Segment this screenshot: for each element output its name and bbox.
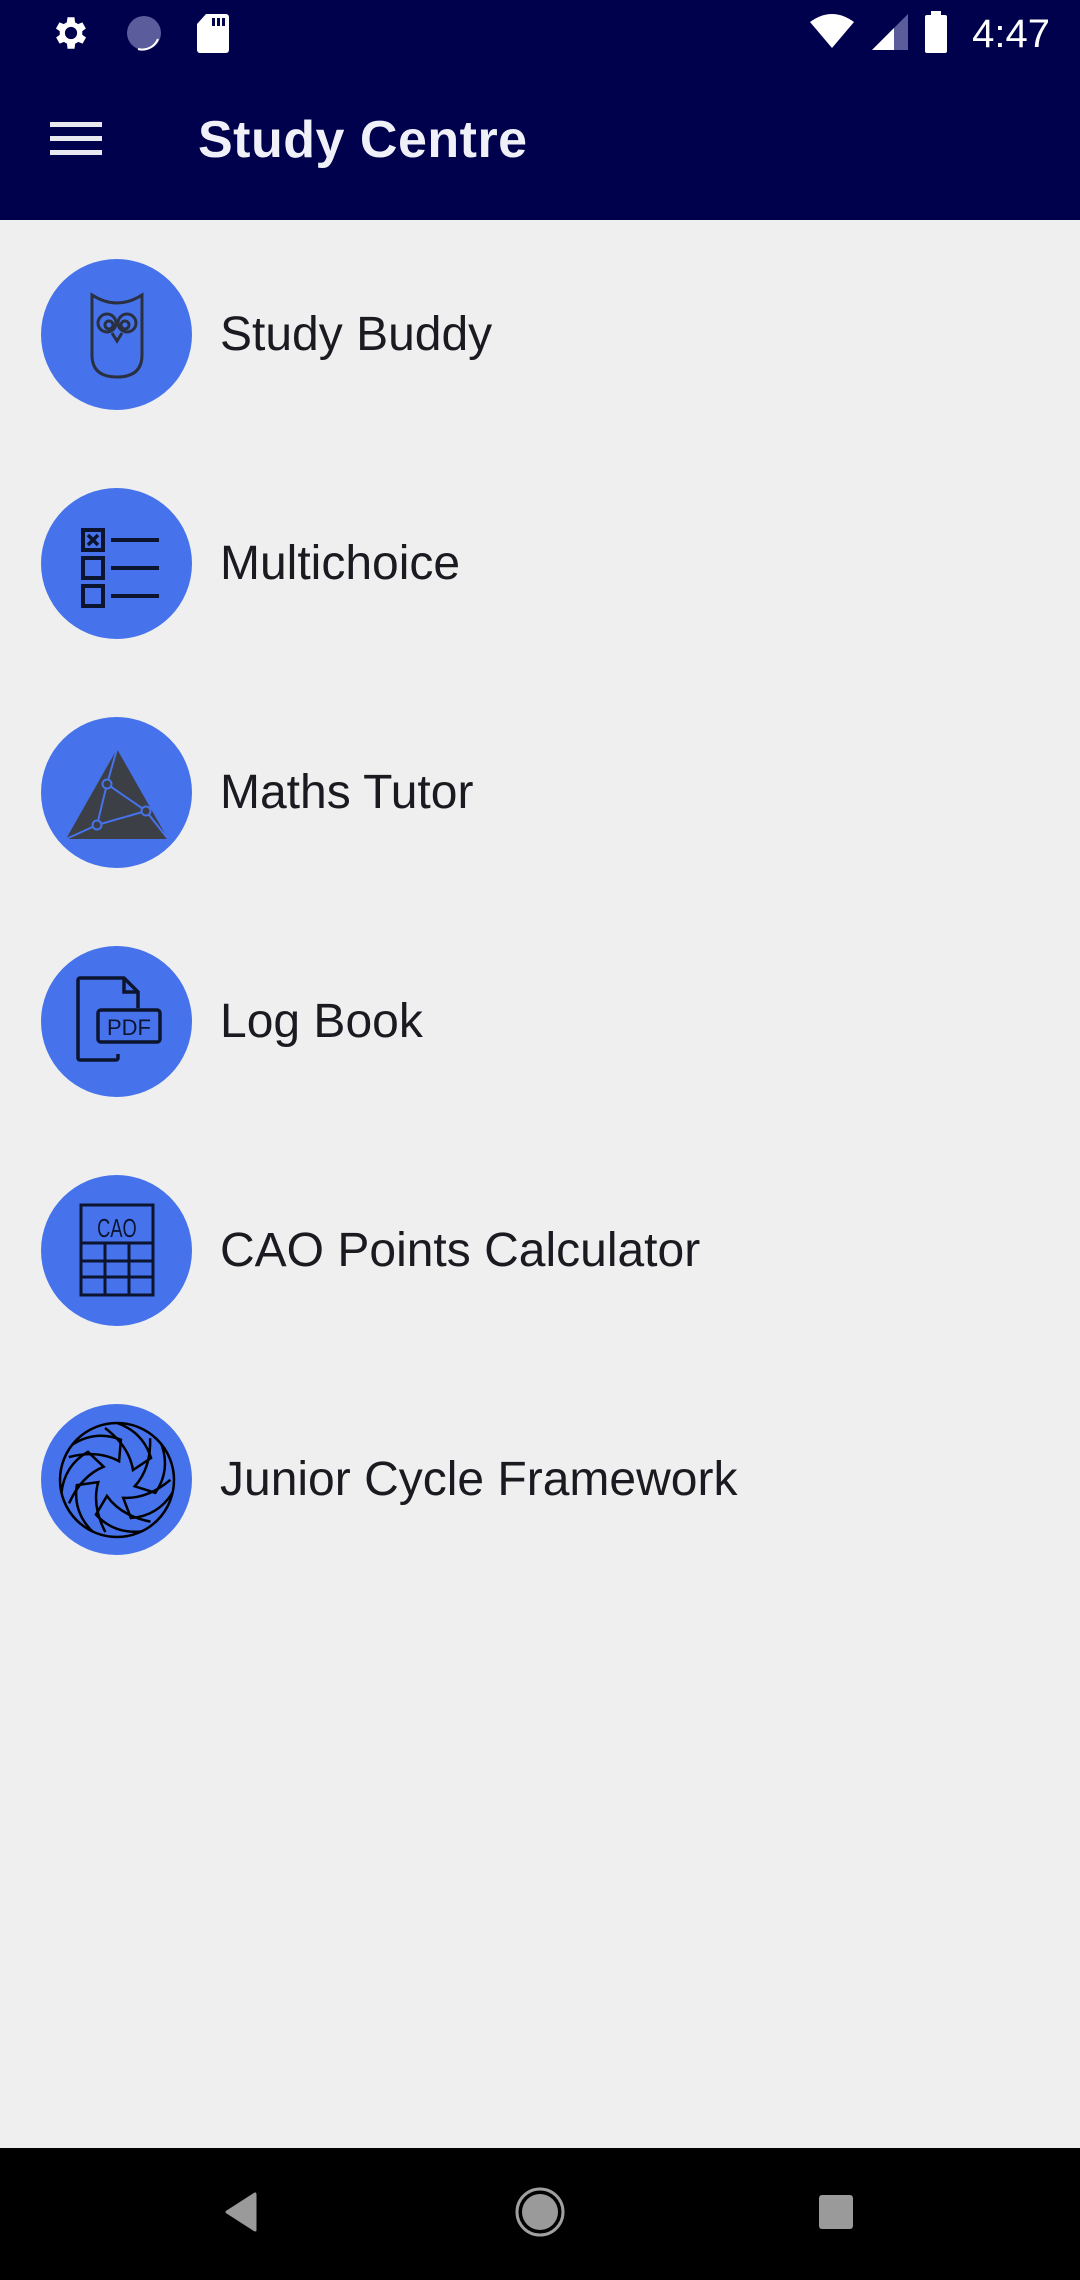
system-nav-bar <box>0 2148 1080 2280</box>
menu-item-maths-tutor[interactable]: Maths Tutor <box>0 678 1080 907</box>
svg-text:CAO: CAO <box>97 1213 136 1242</box>
aperture-icon <box>41 1404 192 1555</box>
status-right-icons: 4:47 <box>808 10 1050 58</box>
battery-icon <box>924 10 948 58</box>
recents-square-icon <box>818 2194 854 2235</box>
status-left-icons <box>50 12 230 59</box>
menu-item-label: Study Buddy <box>220 308 493 361</box>
sd-card-icon <box>196 12 230 59</box>
clock: 4:47 <box>972 11 1050 56</box>
owl-icon <box>41 259 192 410</box>
menu-item-label: Maths Tutor <box>220 766 474 819</box>
back-button[interactable] <box>196 2178 286 2250</box>
menu-item-log-book[interactable]: PDF Log Book <box>0 907 1080 1136</box>
svg-text:PDF: PDF <box>107 1015 151 1040</box>
menu-item-multichoice[interactable]: Multichoice <box>0 449 1080 678</box>
menu-item-label: Junior Cycle Framework <box>220 1453 738 1506</box>
app-bar: Study Centre <box>0 68 1080 220</box>
menu-item-junior-cycle-framework[interactable]: Junior Cycle Framework <box>0 1365 1080 1594</box>
menu-item-label: CAO Points Calculator <box>220 1224 701 1277</box>
menu-button[interactable] <box>36 108 116 172</box>
menu-item-study-buddy[interactable]: Study Buddy <box>0 220 1080 449</box>
recents-button[interactable] <box>791 2178 881 2250</box>
menu-item-cao-points-calculator[interactable]: CAO CAO Points Calculator <box>0 1136 1080 1365</box>
hamburger-menu-icon <box>50 120 102 161</box>
back-triangle-icon <box>223 2192 259 2237</box>
page-title: Study Centre <box>198 111 528 169</box>
gear-icon <box>50 12 92 59</box>
triangle-geometry-icon <box>41 717 192 868</box>
home-button[interactable] <box>495 2178 585 2250</box>
pdf-file-icon: PDF <box>41 946 192 1097</box>
menu-item-label: Multichoice <box>220 537 461 590</box>
sync-progress-icon <box>124 13 164 58</box>
study-centre-menu: Study Buddy Multichoice Maths Tutor PDF … <box>0 220 1080 1594</box>
checklist-icon <box>41 488 192 639</box>
cao-calculator-icon: CAO <box>41 1175 192 1326</box>
wifi-icon <box>808 12 856 57</box>
status-bar: 4:47 <box>0 0 1080 68</box>
cell-signal-icon <box>870 12 910 57</box>
home-circle-icon <box>514 2186 566 2243</box>
menu-item-label: Log Book <box>220 995 423 1048</box>
